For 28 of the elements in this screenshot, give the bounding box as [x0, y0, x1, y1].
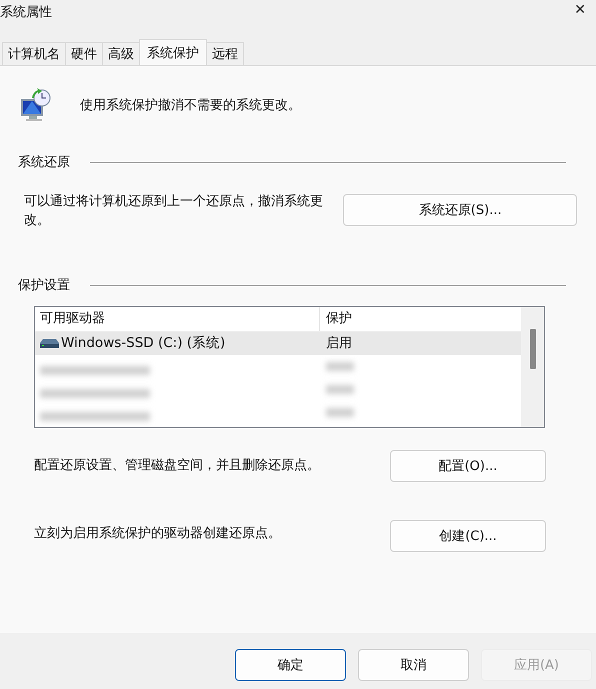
- tab[interactable]: 远程: [206, 42, 244, 65]
- drive-name: Windows-SSD (C:) (系统): [61, 334, 226, 353]
- create-button[interactable]: 创建(C)...: [390, 520, 546, 552]
- description-text: 使用系统保护撤消不需要的系统更改。: [80, 97, 301, 114]
- blurred-text: [326, 408, 354, 417]
- description-text: 配置还原设置、管理磁盘空间，并且删除还原点。: [34, 457, 320, 474]
- window-title: 系统属性: [0, 4, 52, 21]
- blurred-text: [326, 385, 354, 394]
- column-header[interactable]: 保护: [320, 307, 521, 331]
- blurred-text: [326, 362, 354, 371]
- description-text: 可以通过将计算机还原到上一个还原点，撤消系统更改。: [24, 193, 324, 230]
- section-heading: 保护设置: [18, 277, 70, 294]
- system-restore-button[interactable]: 系统还原(S)...: [343, 194, 577, 226]
- tab[interactable]: 计算机名: [2, 42, 66, 65]
- scrollbar[interactable]: [521, 307, 544, 427]
- computer-restore-icon: [18, 88, 52, 122]
- list-row[interactable]: Windows-SSD (C:) (系统) 启用: [35, 332, 521, 355]
- configure-button[interactable]: 配置(O)...: [390, 450, 546, 482]
- protection-status: 启用: [325, 335, 353, 353]
- tab[interactable]: 系统保护: [139, 39, 207, 65]
- scroll-thumb[interactable]: [530, 329, 536, 369]
- ok-button[interactable]: 确定: [235, 649, 346, 681]
- drive-icon: [40, 339, 59, 348]
- cancel-button[interactable]: 取消: [358, 649, 469, 681]
- description-text: 立刻为启用系统保护的驱动器创建还原点。: [34, 525, 281, 542]
- column-header[interactable]: 可用驱动器: [35, 307, 320, 331]
- close-button[interactable]: ✕: [574, 0, 596, 18]
- section-heading: 系统还原: [18, 154, 70, 171]
